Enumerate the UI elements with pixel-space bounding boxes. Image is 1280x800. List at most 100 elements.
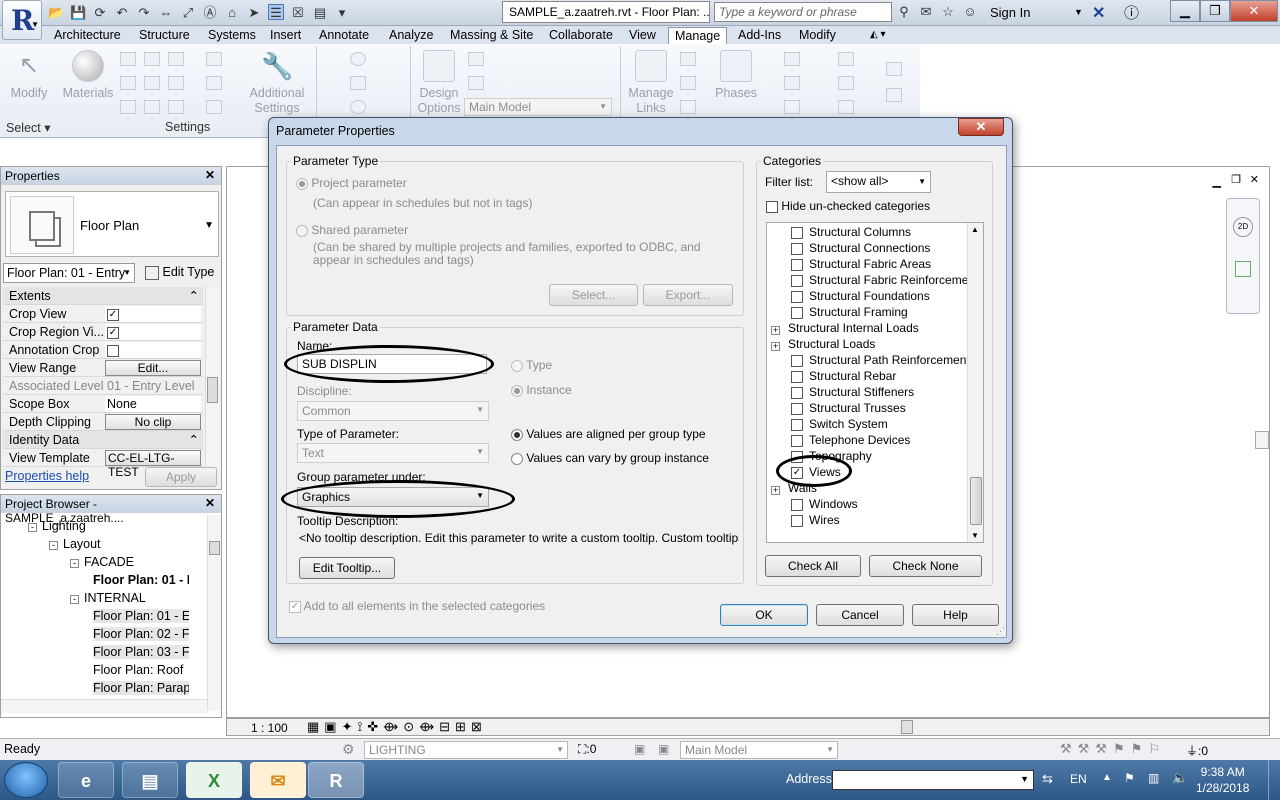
project-parameters-icon[interactable] — [120, 76, 136, 90]
purge-unused-icon[interactable] — [144, 100, 160, 114]
canvas-vscroll-thumb[interactable] — [1255, 431, 1269, 449]
collapse-icon[interactable]: ⌃ — [189, 288, 199, 303]
favorites-star-icon[interactable]: ☆ — [940, 4, 956, 20]
pick-to-edit-icon[interactable] — [468, 76, 484, 90]
filter-list-select[interactable]: <show all> ▼ — [826, 171, 931, 193]
category-checkbox[interactable] — [791, 418, 803, 431]
transfer-standards-icon[interactable] — [120, 100, 136, 114]
tab-add-ins[interactable]: Add-Ins — [732, 27, 787, 43]
category-checkbox[interactable] — [791, 450, 803, 463]
collapse-icon[interactable]: ⌃ — [189, 432, 199, 447]
minimize-button[interactable]: ▁ — [1170, 0, 1200, 22]
selection-toggle-icons[interactable]: ⚒⚒⚒⚑⚑⚐ — [1060, 741, 1166, 757]
location-icon[interactable] — [350, 52, 366, 66]
category-item[interactable]: Structural Fabric Reinforcement — [791, 273, 978, 289]
project-parameter-radio[interactable]: Project parameter — [296, 176, 407, 190]
view-template-button[interactable]: CC-EL-LTG-TEST — [105, 450, 201, 479]
additional-settings-button[interactable]: 🔧 Additional Settings — [244, 50, 310, 116]
expand-icon[interactable]: + — [771, 326, 780, 335]
close-icon[interactable]: ✕ — [205, 496, 215, 510]
macro-security-icon[interactable] — [886, 88, 902, 102]
category-checkbox[interactable] — [791, 290, 803, 303]
tab-collaborate[interactable]: Collaborate — [543, 27, 619, 43]
tree-toggle-icon[interactable]: - — [28, 523, 37, 532]
inquiry-icon[interactable] — [838, 100, 854, 114]
structural-settings-icon[interactable] — [206, 52, 222, 66]
category-item[interactable]: + Structural Loads — [771, 337, 875, 353]
horizontal-scroll-thumb[interactable] — [901, 720, 913, 734]
category-checkbox[interactable]: ✓ — [791, 466, 803, 479]
category-checkbox[interactable] — [791, 226, 803, 239]
instance-radio[interactable]: Instance — [511, 383, 572, 397]
category-item[interactable]: Telephone Devices — [791, 433, 910, 449]
undo-icon[interactable]: ↶ — [114, 5, 130, 21]
object-styles-icon[interactable] — [120, 52, 136, 66]
thin-lines-icon[interactable]: ☰ — [268, 4, 284, 20]
shared-parameter-radio[interactable]: Shared parameter — [296, 223, 408, 237]
browser-item[interactable]: FACADE — [84, 555, 134, 569]
tree-toggle-icon[interactable]: - — [70, 559, 79, 568]
category-item[interactable]: ✓ Views — [791, 465, 841, 481]
worksets-icon[interactable]: ⚙ — [342, 741, 355, 758]
design-options-button[interactable]: Design Options — [416, 50, 462, 116]
help-button[interactable]: Help — [912, 604, 999, 626]
volume-icon[interactable]: 🔈 — [1172, 770, 1188, 786]
ids-of-selection-icon[interactable] — [838, 52, 854, 66]
3d-view-icon[interactable]: ⌂ — [224, 5, 240, 21]
exclude-options-icon[interactable]: ▣ — [658, 742, 669, 756]
user-icon[interactable]: ☺ — [962, 4, 978, 20]
tab-systems[interactable]: Systems — [202, 27, 262, 43]
scrollbar-thumb[interactable] — [970, 477, 982, 525]
category-item[interactable]: Structural Stiffeners — [791, 385, 914, 401]
category-item[interactable]: Structural Framing — [791, 305, 908, 321]
sign-in-dropdown-icon[interactable]: ▼ — [1074, 7, 1083, 17]
scope-box-value[interactable]: None — [105, 396, 201, 412]
network-icon[interactable]: ▥ — [1148, 771, 1159, 785]
select-by-id-icon[interactable] — [784, 100, 800, 114]
browser-scrollbar[interactable] — [207, 515, 221, 711]
group-parameter-select[interactable]: Graphics ▼ — [297, 487, 489, 507]
type-radio[interactable]: Type — [511, 358, 552, 372]
show-desktop-button[interactable] — [1268, 760, 1280, 800]
crop-view-checkbox[interactable]: ✓ — [107, 308, 119, 321]
scrollbar-thumb[interactable] — [207, 377, 218, 403]
language-indicator[interactable]: EN — [1070, 772, 1087, 786]
browser-hscrollbar[interactable] — [1, 699, 207, 713]
category-checkbox[interactable] — [791, 274, 803, 287]
coordinates-icon[interactable] — [350, 76, 366, 90]
snaps-icon[interactable] — [144, 52, 160, 66]
type-of-parameter-select[interactable]: Text ▼ — [297, 443, 489, 463]
subscription-icon[interactable]: ✉ — [918, 4, 934, 20]
discipline-select[interactable]: Common ▼ — [297, 401, 489, 421]
outlook-icon[interactable]: ✉ — [250, 762, 306, 798]
identity-data-section[interactable]: Identity Data ⌃ — [3, 431, 203, 449]
project-units-icon[interactable] — [168, 100, 184, 114]
category-checkbox[interactable] — [791, 370, 803, 383]
browser-item[interactable]: Floor Plan: 03 - Fl — [93, 645, 189, 659]
add-to-set-icon[interactable] — [468, 52, 484, 66]
close-window-button[interactable]: ✕ — [1230, 0, 1278, 22]
shared-parameters-icon[interactable] — [144, 76, 160, 90]
category-item[interactable]: Structural Foundations — [791, 289, 930, 305]
steering-wheel-icon[interactable]: 2D — [1233, 217, 1253, 237]
select-button[interactable]: Select... — [549, 284, 638, 306]
browser-item[interactable]: Floor Plan: Roof — [93, 663, 189, 677]
zoom-region-icon[interactable] — [1235, 261, 1251, 277]
tab-massing-site[interactable]: Massing & Site — [444, 27, 539, 43]
category-item[interactable]: + Structural Internal Loads — [771, 321, 919, 337]
type-selector[interactable]: Floor Plan ▼ — [5, 191, 219, 257]
values-aligned-radio[interactable]: Values are aligned per group type — [511, 427, 706, 441]
customize-qat-icon[interactable]: ▾ — [334, 5, 350, 21]
dialog-close-button[interactable]: ✕ — [958, 118, 1004, 136]
close-hidden-icon[interactable]: ☒ — [290, 5, 306, 21]
macro-manager-icon[interactable] — [886, 62, 902, 76]
category-checkbox[interactable] — [791, 498, 803, 511]
start-button[interactable] — [4, 762, 48, 798]
decal-types-icon[interactable] — [680, 100, 696, 114]
starting-view-icon[interactable] — [680, 76, 696, 90]
crop-region-visible-checkbox[interactable]: ✓ — [107, 326, 119, 339]
cancel-button[interactable]: Cancel — [816, 604, 904, 626]
ok-button[interactable]: OK — [720, 604, 808, 626]
restore-button[interactable]: ❐ — [1200, 0, 1230, 22]
materials-button[interactable]: Materials — [60, 50, 116, 100]
